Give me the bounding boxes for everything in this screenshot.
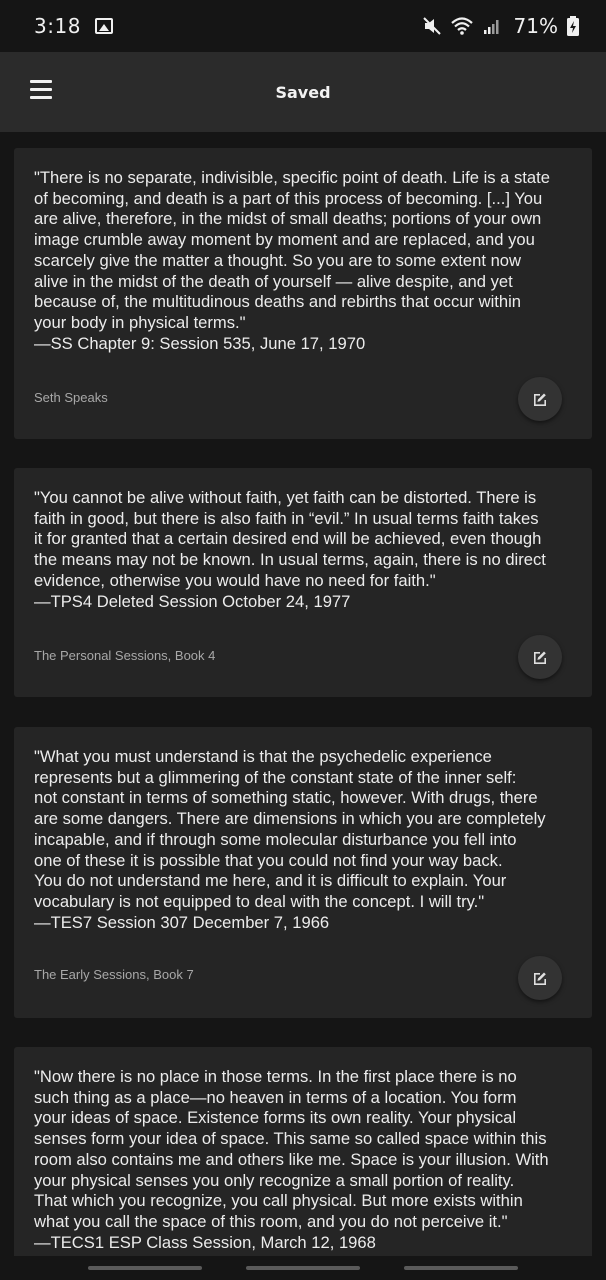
quote-text: "What you must understand is that the ps… [34,747,546,932]
quote-source: Seth Speaks [34,390,108,405]
nav-back-button[interactable] [404,1266,518,1270]
battery-icon [567,16,579,36]
nav-recents-button[interactable] [88,1266,202,1270]
quote-source: The Early Sessions, Book 7 [34,967,194,982]
quote-card[interactable]: "What you must understand is that the ps… [14,727,592,1018]
status-time: 3:18 [34,14,81,38]
signal-icon [483,20,499,34]
image-icon [94,18,113,34]
system-navigation-bar [0,1256,606,1280]
app-bar: Saved [0,52,606,132]
battery-percent: 71% [513,14,558,38]
status-icons: 71% [422,14,580,38]
quote-text: "Now there is no place in those terms. I… [34,1067,549,1252]
edit-icon [534,972,546,985]
quote-text: "There is no separate, indivisible, spec… [34,168,550,353]
nav-home-button[interactable] [246,1266,360,1270]
quote-text: "You cannot be alive without faith, yet … [34,488,546,611]
edit-button[interactable] [518,635,562,679]
hamburger-menu-icon[interactable] [30,80,52,102]
edit-button[interactable] [518,377,562,421]
quote-card[interactable]: "Now there is no place in those terms. I… [14,1047,592,1256]
status-bar: 3:18 71% [0,0,606,52]
edit-icon [534,393,546,406]
page-title: Saved [275,82,331,102]
saved-quotes-list[interactable]: "There is no separate, indivisible, spec… [0,132,606,1256]
quote-source: The Personal Sessions, Book 4 [34,648,216,663]
quote-card[interactable]: "You cannot be alive without faith, yet … [14,468,592,697]
mute-icon [422,17,441,35]
edit-button[interactable] [518,956,562,1000]
wifi-icon [450,17,473,35]
edit-icon [534,651,546,664]
quote-card[interactable]: "There is no separate, indivisible, spec… [14,148,592,439]
